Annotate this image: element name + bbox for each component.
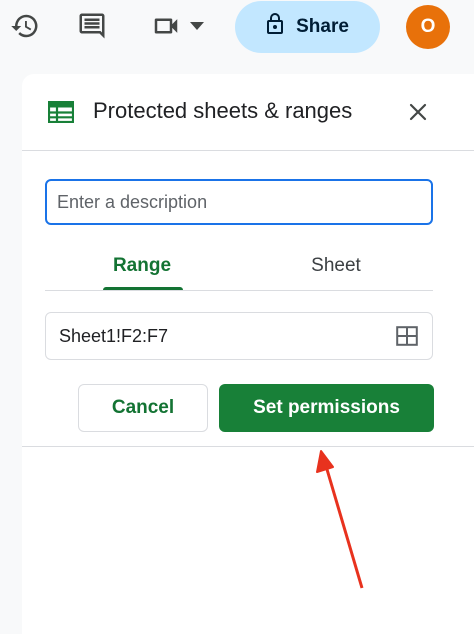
annotation-arrow-icon [316,450,364,589]
